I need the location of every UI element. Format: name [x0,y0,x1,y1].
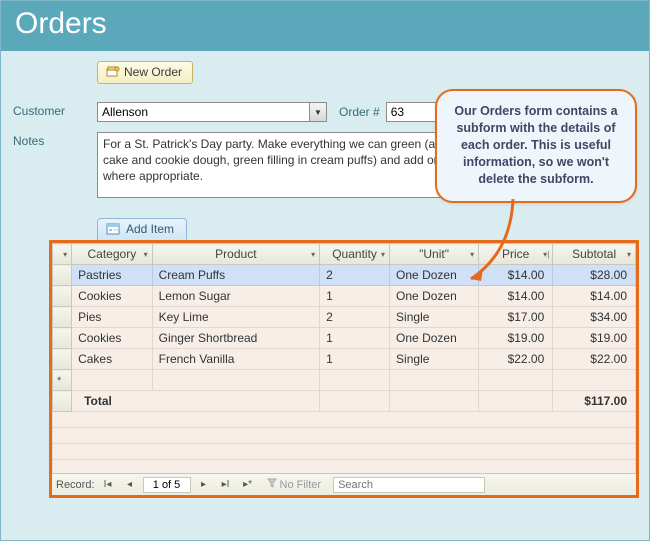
search-input[interactable] [333,477,485,493]
new-row-icon: * [57,375,61,387]
new-order-label: New Order [124,65,182,79]
table-row[interactable]: PiesKey Lime2Single$17.00$34.00 [53,307,636,328]
order-number-label: Order # [339,105,380,119]
col-subtotal[interactable]: Subtotal▾ [553,244,636,265]
chevron-down-icon: ▼ [314,108,322,117]
nav-new-button[interactable]: ▸* [239,477,257,493]
order-number-input[interactable] [386,102,442,122]
nav-next-button[interactable]: ▸ [195,477,213,493]
total-row: Total$117.00 [53,391,636,412]
nav-last-button[interactable]: ▸I [217,477,235,493]
nav-first-button[interactable]: I◂ [99,477,117,493]
table-row[interactable]: CookiesGinger Shortbread1One Dozen$19.00… [53,328,636,349]
customer-combo[interactable]: ▼ [97,102,327,122]
customer-label: Customer [9,102,97,118]
page-title: Orders [1,1,649,51]
customer-dropdown-button[interactable]: ▼ [309,102,327,122]
record-navigator: Record: I◂ ◂ ▸ ▸I ▸* No Filter [52,473,636,495]
col-category[interactable]: Category▾ [72,244,153,265]
row-selector-header[interactable]: ▾ [53,244,72,265]
col-unit[interactable]: "Unit"▾ [390,244,479,265]
filter-icon [267,478,277,491]
record-label: Record: [56,479,95,491]
new-row[interactable]: * [53,370,636,391]
notes-label: Notes [9,132,97,148]
col-price[interactable]: Price▾| [479,244,553,265]
new-order-icon [106,66,120,78]
chevron-down-icon: ▾ [63,250,67,259]
col-quantity[interactable]: Quantity▾ [320,244,390,265]
customer-input[interactable] [97,102,309,122]
new-order-button[interactable]: New Order [97,61,193,84]
record-position-input[interactable] [143,477,191,493]
form-icon [106,223,120,235]
add-item-label: Add Item [126,222,174,236]
table-row[interactable]: CookiesLemon Sugar1One Dozen$14.00$14.00 [53,286,636,307]
order-items-subform: ▾ Category▾ Product▾ Quantity▾ "Unit"▾ P… [49,240,639,498]
table-row[interactable]: CakesFrench Vanilla1Single$22.00$22.00 [53,349,636,370]
col-product[interactable]: Product▾ [152,244,319,265]
items-table[interactable]: ▾ Category▾ Product▾ Quantity▾ "Unit"▾ P… [52,243,636,476]
annotation-callout: Our Orders form contains a subform with … [435,89,637,203]
no-filter-indicator: No Filter [267,478,322,491]
add-item-tab[interactable]: Add Item [97,218,187,240]
table-row[interactable]: PastriesCream Puffs2One Dozen$14.00$28.0… [53,265,636,286]
nav-prev-button[interactable]: ◂ [121,477,139,493]
